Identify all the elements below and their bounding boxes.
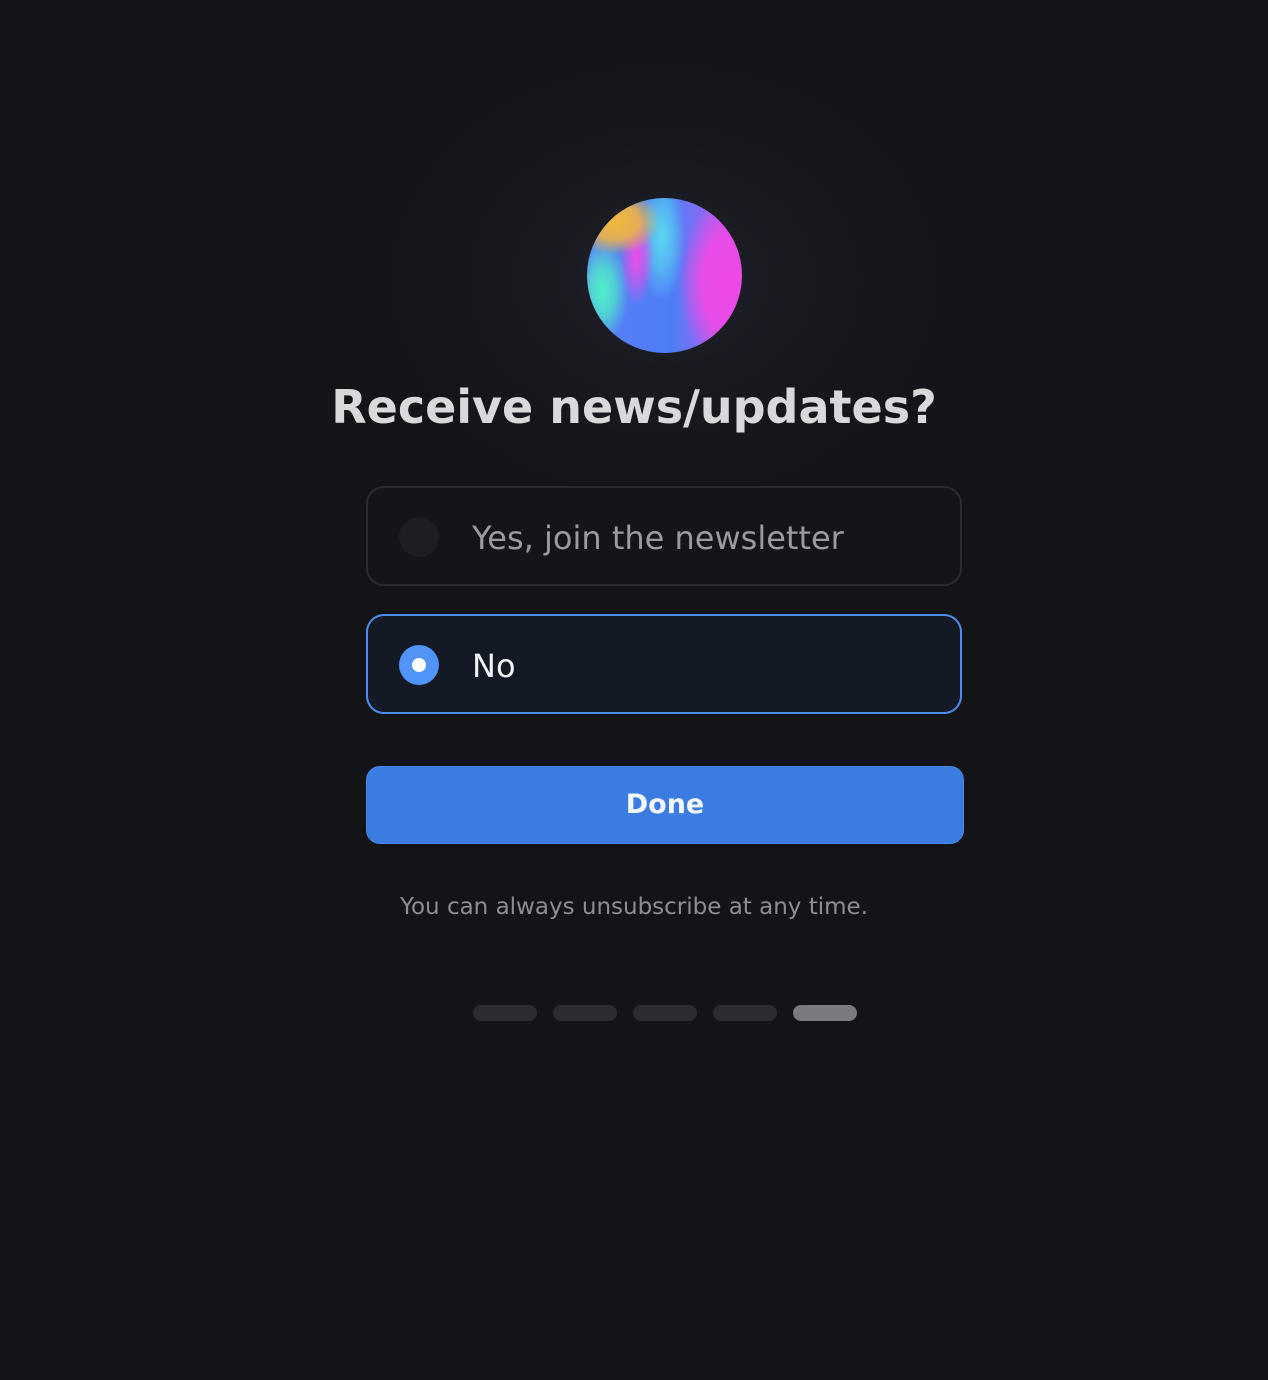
step-pagination bbox=[473, 1005, 857, 1021]
pagination-step bbox=[713, 1005, 777, 1021]
option-label: Yes, join the newsletter bbox=[472, 519, 844, 557]
gradient-orb-logo-icon bbox=[587, 198, 742, 353]
radio-checked-icon[interactable] bbox=[399, 645, 439, 685]
radio-unchecked-icon[interactable] bbox=[399, 517, 439, 557]
option-label: No bbox=[472, 647, 516, 685]
unsubscribe-note: You can always unsubscribe at any time. bbox=[399, 894, 869, 920]
pagination-step bbox=[553, 1005, 617, 1021]
option-yes-newsletter[interactable]: Yes, join the newsletter bbox=[366, 486, 962, 586]
done-button[interactable]: Done bbox=[366, 766, 964, 844]
option-no[interactable]: No bbox=[366, 614, 962, 714]
page-title: Receive news/updates? bbox=[331, 380, 937, 434]
pagination-step bbox=[633, 1005, 697, 1021]
pagination-step bbox=[473, 1005, 537, 1021]
pagination-step-active bbox=[793, 1005, 857, 1021]
